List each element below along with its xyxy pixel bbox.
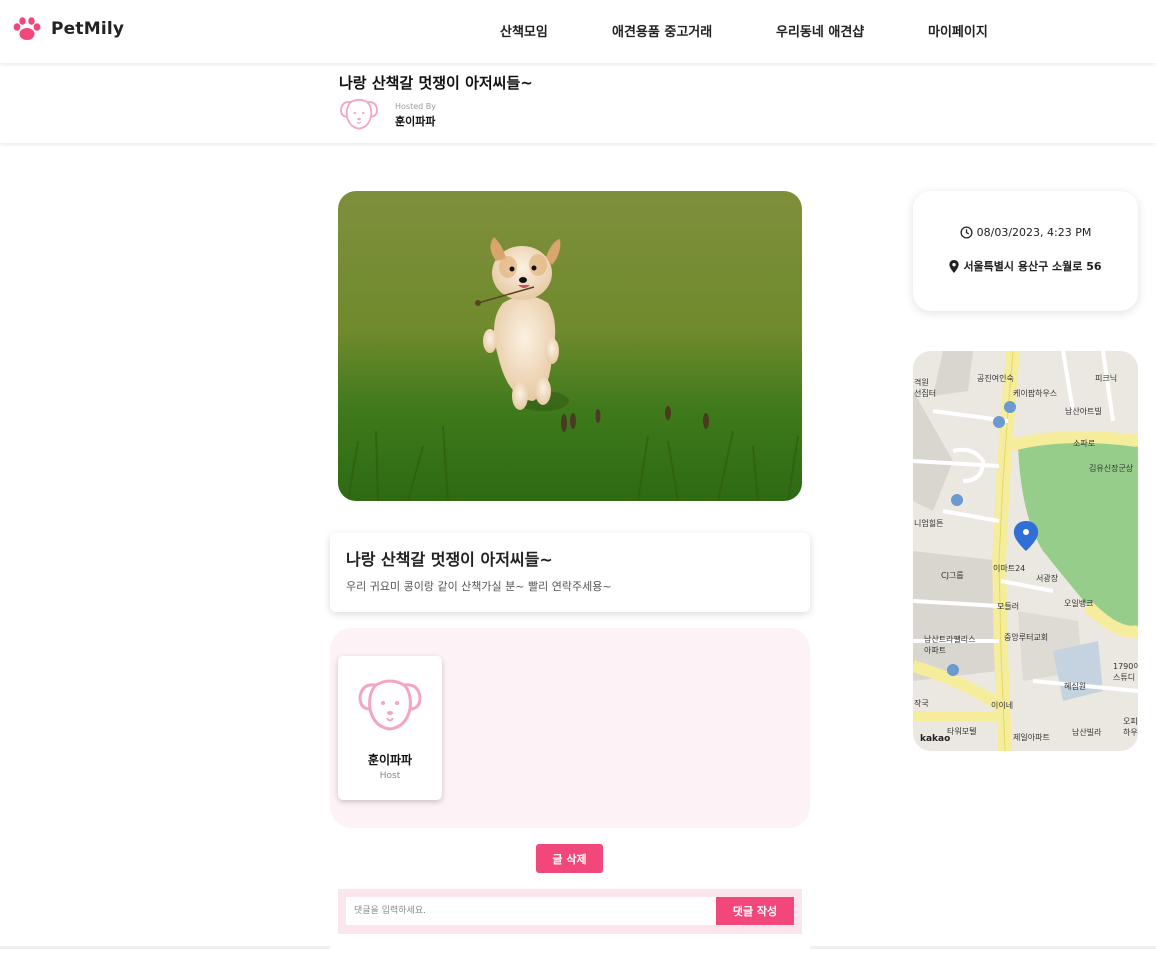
- map-label: 혜심원: [1064, 682, 1087, 691]
- map-label: 작국: [914, 699, 929, 708]
- top-navbar: PetMily 산책모임 애견용품 중고거래 우리동네 애견샵 마이페이지: [0, 0, 1156, 63]
- participant-card[interactable]: 훈이파파 Host: [338, 656, 442, 800]
- clock-icon: [960, 226, 973, 239]
- location-map[interactable]: 격원 선집터 공진여인숙 피크닉 케이팝하우스 남산아트빌 소파로 김유신장군상 …: [913, 351, 1138, 751]
- brand-name: PetMily: [51, 19, 125, 39]
- content-body: 우리 귀요미 콩이랑 같이 산책가실 분~ 빨리 연락주세용~: [346, 580, 612, 593]
- map-label: 케이팝하우스: [1013, 389, 1058, 398]
- address-row: 서울특별시 용산구 소월로 56: [913, 258, 1138, 274]
- participant-name: 훈이파파: [367, 753, 413, 767]
- meetup-datetime: 08/03/2023, 4:23 PM: [976, 226, 1092, 239]
- host-name[interactable]: 훈이파파: [395, 113, 435, 129]
- map-label: 남산아트빌: [1065, 407, 1102, 416]
- hosted-by-label: Hosted By: [395, 102, 436, 111]
- map-label: 남산트라팰리스 아파트: [924, 635, 976, 655]
- participant-role: Host: [379, 771, 401, 781]
- nav-walk-meetup[interactable]: 산책모임: [500, 21, 548, 40]
- map-label: 1790아 스튜디: [1113, 662, 1138, 682]
- post-photo: [338, 191, 802, 501]
- map-label: 김유신장군상: [1089, 464, 1134, 473]
- post-content-card: 나랑 산책갈 멋쟁이 아저씨들~ 우리 귀요미 콩이랑 같이 산책가실 분~ 빨…: [330, 533, 810, 612]
- map-label: 피크닉: [1095, 374, 1118, 383]
- map-label: 이마트24: [993, 564, 1026, 573]
- dog-avatar-icon: [358, 679, 422, 731]
- paw-icon: [13, 17, 41, 40]
- meetup-address: 서울특별시 용산구 소월로 56: [963, 260, 1102, 273]
- datetime-row: 08/03/2023, 4:23 PM: [913, 226, 1138, 239]
- nav-local-shop[interactable]: 우리동네 애견샵: [776, 21, 864, 40]
- map-label: 제일아파트: [1013, 733, 1050, 742]
- delete-post-button[interactable]: 글 삭제: [536, 844, 603, 873]
- map-label: 소파로: [1073, 439, 1096, 448]
- dog-avatar-icon: [340, 98, 378, 130]
- nav-used-goods[interactable]: 애견용품 중고거래: [612, 21, 712, 40]
- participants-panel: 훈이파파 Host: [330, 628, 810, 828]
- map-label: 남산빌라: [1072, 728, 1102, 737]
- map-label: 오일뱅크: [1064, 599, 1094, 608]
- comment-input[interactable]: [346, 897, 718, 925]
- map-label: 이이네: [991, 701, 1014, 710]
- brand-logo[interactable]: PetMily: [12, 16, 124, 42]
- comment-bar: 댓글 작성: [338, 889, 802, 934]
- nav-mypage[interactable]: 마이페이지: [928, 21, 988, 40]
- map-label: 오피하우스: [1123, 717, 1138, 737]
- map-label: 중앙루터교회: [1004, 633, 1049, 642]
- map-label: 모들러: [997, 602, 1020, 611]
- app-root: PetMily 산책모임 애견용품 중고거래 우리동네 애견샵 마이페이지 나랑…: [0, 0, 1156, 964]
- map-label: 서광장: [1036, 574, 1059, 583]
- map-pin-icon: [949, 259, 960, 273]
- map-label: 니엄힐튼: [914, 519, 944, 528]
- post-header: 나랑 산책갈 멋쟁이 아저씨들~ Hosted By 훈이파파: [0, 63, 1156, 143]
- schedule-info-card: 08/03/2023, 4:23 PM 서울특별시 용산구 소월로 56: [913, 191, 1138, 311]
- comment-submit-button[interactable]: 댓글 작성: [716, 897, 794, 925]
- post-title: 나랑 산책갈 멋쟁이 아저씨들~: [339, 74, 533, 92]
- footer-spacer: [330, 944, 810, 964]
- map-provider-logo: kakao: [920, 734, 951, 744]
- map-label: 격원 선집터: [914, 378, 937, 398]
- content-title: 나랑 산책갈 멋쟁이 아저씨들~: [346, 550, 553, 569]
- map-label: CJ그룹: [941, 571, 964, 580]
- map-label: 공진여인숙: [977, 374, 1014, 383]
- map-label: 타워모텔: [947, 727, 977, 736]
